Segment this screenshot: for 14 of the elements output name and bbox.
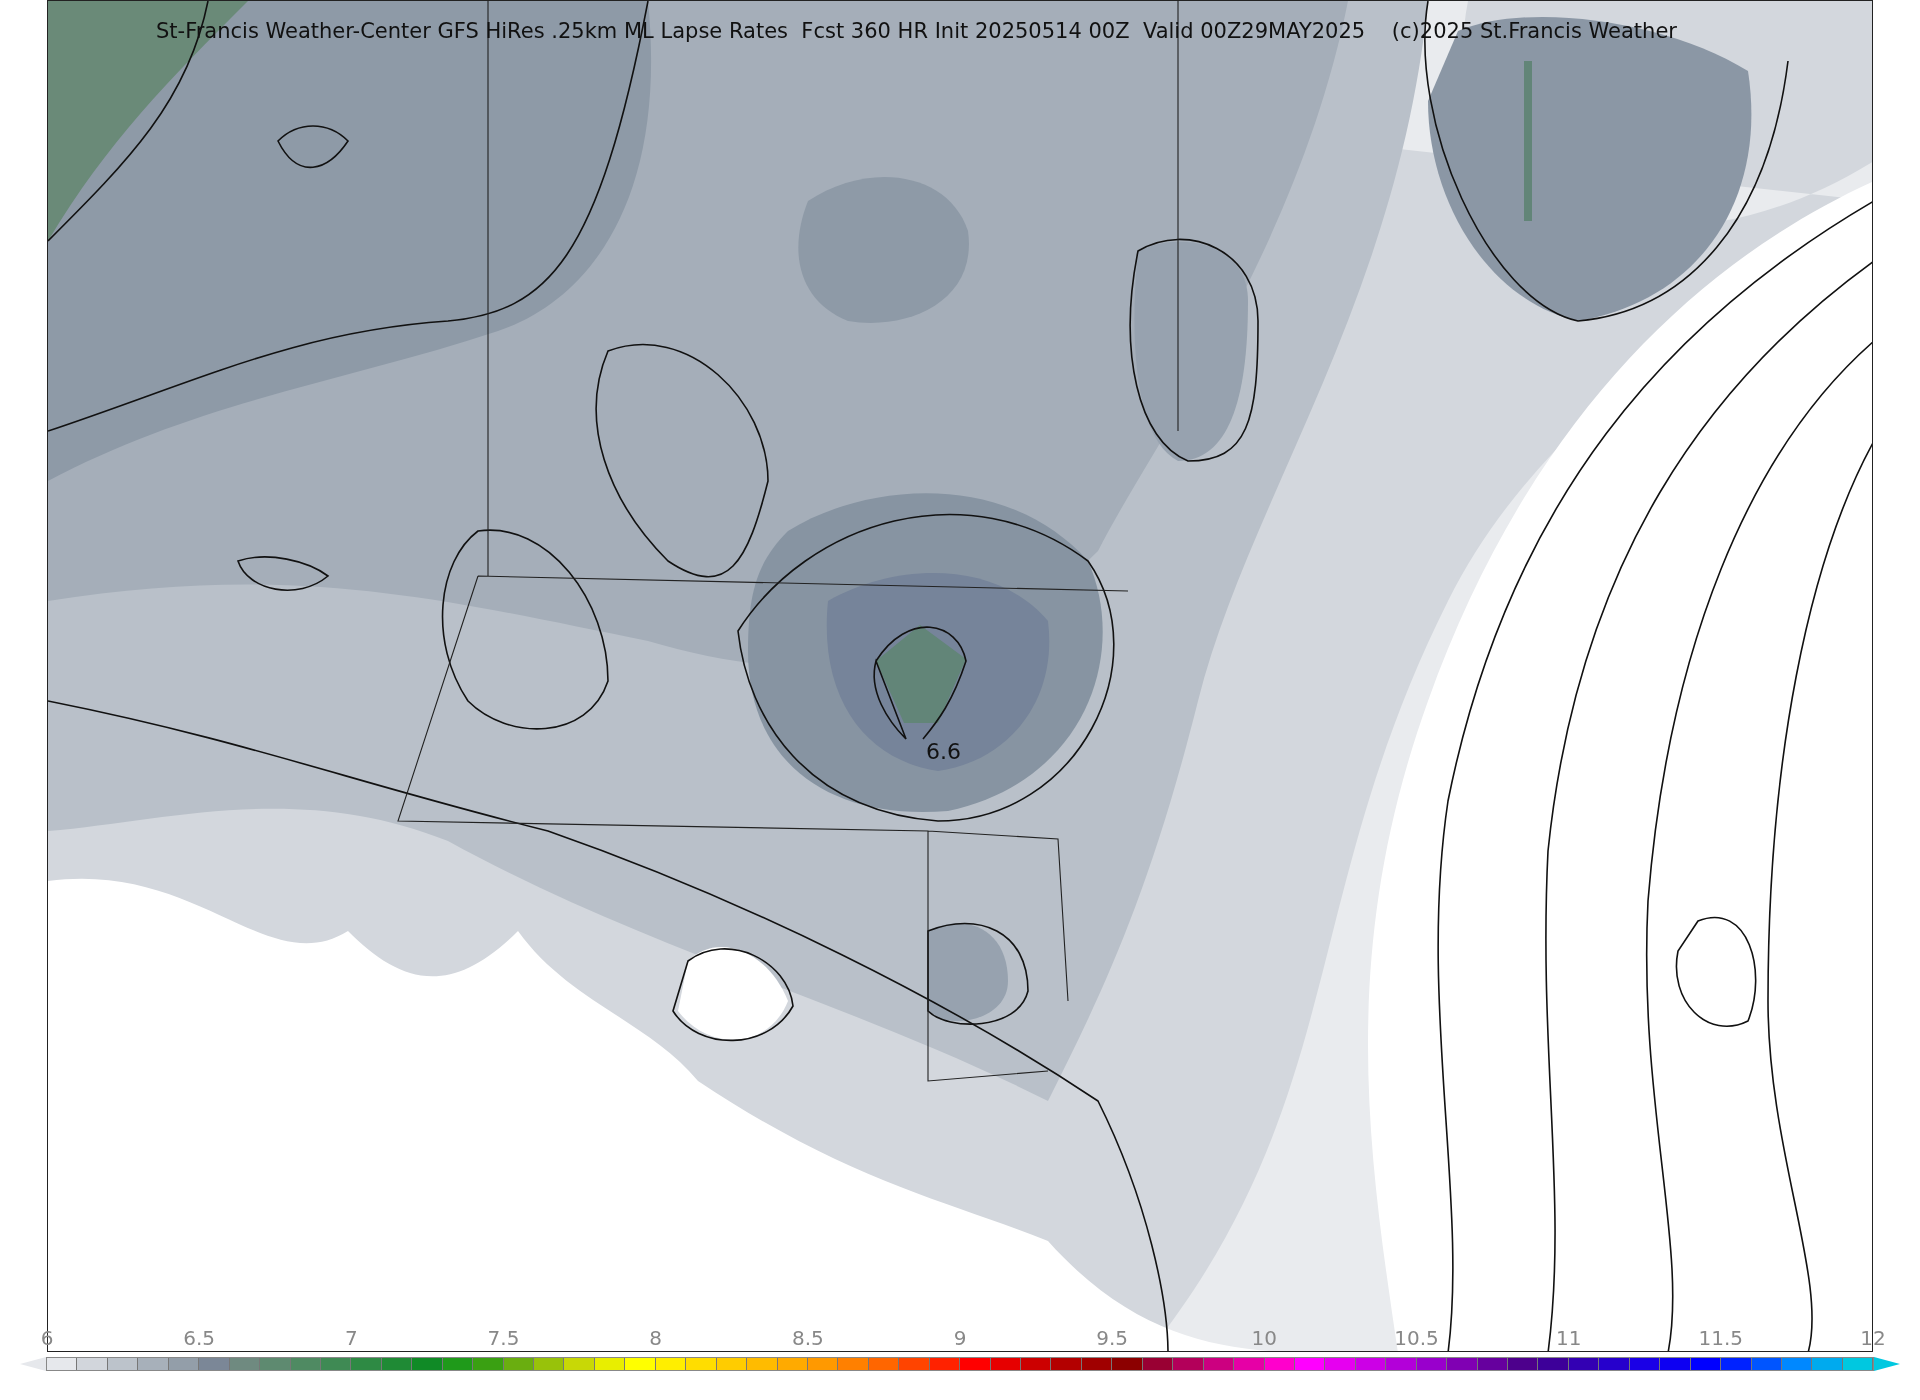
colorbar-tick-label: 7.5 <box>487 1326 520 1350</box>
colorbar-tick-label: 10 <box>1251 1326 1278 1350</box>
colorbar-tick-label: 7 <box>344 1326 358 1350</box>
colorbar-tick-label: 9.5 <box>1096 1326 1129 1350</box>
colorbar-tick-label: 8 <box>649 1326 662 1350</box>
colorbar-tick-label: 6.5 <box>183 1326 216 1350</box>
colorbar-right-arrow-icon <box>1874 1357 1900 1371</box>
colorbar-tick-label: 8.5 <box>791 1326 824 1350</box>
colorbar-tick-label: 11 <box>1555 1326 1582 1350</box>
colorbar-tick-label: 10.5 <box>1394 1326 1439 1350</box>
colorbar-tick-label: 11.5 <box>1698 1326 1744 1350</box>
contour-label: 6.6 <box>926 739 961 764</box>
colorbar-tick-label: 9 <box>953 1326 967 1350</box>
colorbar-left-arrow-icon <box>20 1357 46 1371</box>
